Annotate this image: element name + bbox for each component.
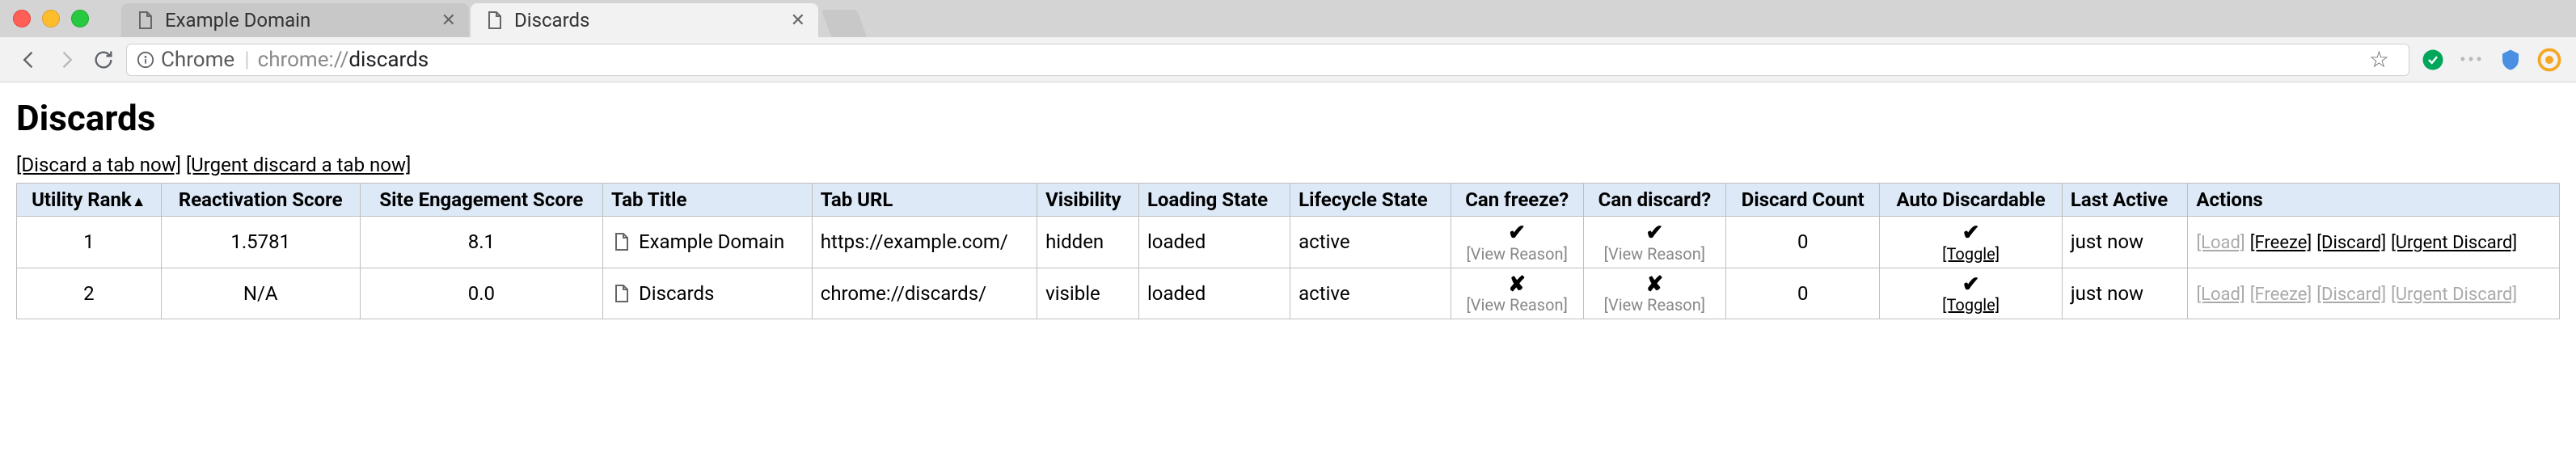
tab-title: Example Domain (165, 9, 310, 32)
action-urgent-discard: [Urgent Discard] (2391, 285, 2517, 305)
extension-icon-4[interactable] (2537, 48, 2561, 72)
cell-title: Discards (603, 268, 813, 319)
col-actions[interactable]: Actions (2188, 184, 2560, 217)
page-content: Discards [Discard a tab now] [Urgent dis… (0, 82, 2576, 334)
tabs-row: Example Domain ✕ Discards ✕ (121, 0, 862, 37)
urgent-discard-tab-now-link[interactable]: [Urgent discard a tab now] (186, 154, 411, 176)
col-reactivation-score[interactable]: Reactivation Score (161, 184, 360, 217)
new-tab-button[interactable] (821, 10, 867, 37)
cell-engagement: 8.1 (360, 217, 602, 268)
action-freeze[interactable]: [Freeze] (2250, 233, 2312, 253)
cell-title: Example Domain (603, 217, 813, 268)
col-visibility[interactable]: Visibility (1037, 184, 1139, 217)
tab-example-domain[interactable]: Example Domain ✕ (121, 3, 469, 37)
page-heading: Discards (16, 97, 2560, 139)
cell-lifecycle: active (1290, 217, 1451, 268)
back-button[interactable] (15, 45, 44, 74)
col-tab-title[interactable]: Tab Title (603, 184, 813, 217)
col-utility-rank[interactable]: Utility Rank▲ (17, 184, 162, 217)
cell-engagement: 0.0 (360, 268, 602, 319)
cell-visibility: visible (1037, 268, 1139, 319)
cell-auto-discardable: ✔[Toggle] (1880, 217, 2063, 268)
reload-button[interactable] (89, 45, 118, 74)
cell-can-discard: ✘[View Reason] (1583, 268, 1726, 319)
cell-reactivation: N/A (161, 268, 360, 319)
action-urgent-discard[interactable]: [Urgent Discard] (2391, 233, 2517, 253)
col-can-discard[interactable]: Can discard? (1583, 184, 1726, 217)
table-header-row: Utility Rank▲ Reactivation Score Site En… (17, 184, 2560, 217)
cell-can-freeze: ✔[View Reason] (1451, 217, 1583, 268)
view-reason-link[interactable]: [View Reason] (1467, 245, 1568, 263)
extension-icon-1[interactable] (2421, 48, 2445, 72)
cell-can-freeze: ✘[View Reason] (1451, 268, 1583, 319)
cell-rank: 1 (17, 217, 162, 268)
url-path: discards (348, 48, 429, 72)
site-info-icon[interactable]: Chrome (137, 48, 234, 72)
cell-url: https://example.com/ (812, 217, 1037, 268)
cell-loading: loaded (1138, 268, 1290, 319)
tab-discards[interactable]: Discards ✕ (471, 3, 818, 37)
top-action-links: [Discard a tab now] [Urgent discard a ta… (16, 154, 2560, 176)
close-tab-icon[interactable]: ✕ (441, 11, 456, 31)
discards-table: Utility Rank▲ Reactivation Score Site En… (16, 183, 2560, 319)
cell-visibility: hidden (1037, 217, 1139, 268)
action-load: [Load] (2196, 233, 2244, 253)
url-scheme: chrome:// (258, 48, 349, 72)
page-icon (134, 10, 155, 31)
cell-actions: [Load] [Freeze] [Discard] [Urgent Discar… (2188, 268, 2560, 319)
cell-url: chrome://discards/ (812, 268, 1037, 319)
cell-last-active: just now (2062, 217, 2187, 268)
col-lifecycle-state[interactable]: Lifecycle State (1290, 184, 1451, 217)
extension-icon-2[interactable]: ••• (2460, 48, 2484, 72)
forward-button[interactable] (52, 45, 81, 74)
cell-can-discard: ✔[View Reason] (1583, 217, 1726, 268)
chrome-label: Chrome (161, 48, 234, 72)
cell-last-active: just now (2062, 268, 2187, 319)
bookmark-star-icon[interactable]: ☆ (2369, 46, 2389, 73)
cell-actions: [Load] [Freeze] [Discard] [Urgent Discar… (2188, 217, 2560, 268)
extension-icons: ••• (2421, 48, 2561, 72)
action-discard[interactable]: [Discard] (2316, 233, 2386, 253)
cell-lifecycle: active (1290, 268, 1451, 319)
address-bar[interactable]: Chrome | chrome://discards ☆ (126, 44, 2409, 76)
page-icon (611, 284, 631, 303)
page-icon (484, 10, 505, 31)
table-row: 2N/A0.0Discardschrome://discards/visible… (17, 268, 2560, 319)
page-icon (611, 232, 631, 251)
col-discard-count[interactable]: Discard Count (1726, 184, 1880, 217)
view-reason-link[interactable]: [View Reason] (1604, 245, 1705, 263)
cell-reactivation: 1.5781 (161, 217, 360, 268)
col-tab-url[interactable]: Tab URL (812, 184, 1037, 217)
col-loading-state[interactable]: Loading State (1138, 184, 1290, 217)
col-site-engagement[interactable]: Site Engagement Score (360, 184, 602, 217)
maximize-window-button[interactable] (71, 10, 89, 27)
col-last-active[interactable]: Last Active (2062, 184, 2187, 217)
action-freeze: [Freeze] (2250, 285, 2312, 305)
tab-strip: Example Domain ✕ Discards ✕ (0, 0, 2576, 37)
col-can-freeze[interactable]: Can freeze? (1451, 184, 1583, 217)
action-load: [Load] (2196, 285, 2244, 305)
cell-discard-count: 0 (1726, 268, 1880, 319)
close-tab-icon[interactable]: ✕ (791, 11, 805, 31)
toggle-link[interactable]: [Toggle] (1942, 296, 2000, 314)
cell-auto-discardable: ✔[Toggle] (1880, 268, 2063, 319)
minimize-window-button[interactable] (42, 10, 60, 27)
tab-title: Discards (514, 9, 589, 32)
col-auto-discardable[interactable]: Auto Discardable (1880, 184, 2063, 217)
close-window-button[interactable] (13, 10, 31, 27)
extension-icon-3[interactable] (2498, 48, 2523, 72)
action-discard: [Discard] (2316, 285, 2386, 305)
toolbar: Chrome | chrome://discards ☆ ••• (0, 37, 2576, 82)
cell-discard-count: 0 (1726, 217, 1880, 268)
cell-loading: loaded (1138, 217, 1290, 268)
cell-rank: 2 (17, 268, 162, 319)
table-row: 11.57818.1Example Domainhttps://example.… (17, 217, 2560, 268)
sort-asc-icon: ▲ (132, 193, 146, 210)
view-reason-link[interactable]: [View Reason] (1467, 296, 1568, 314)
discard-tab-now-link[interactable]: [Discard a tab now] (16, 154, 181, 176)
window-controls (13, 10, 89, 27)
toggle-link[interactable]: [Toggle] (1942, 245, 2000, 263)
view-reason-link[interactable]: [View Reason] (1604, 296, 1705, 314)
